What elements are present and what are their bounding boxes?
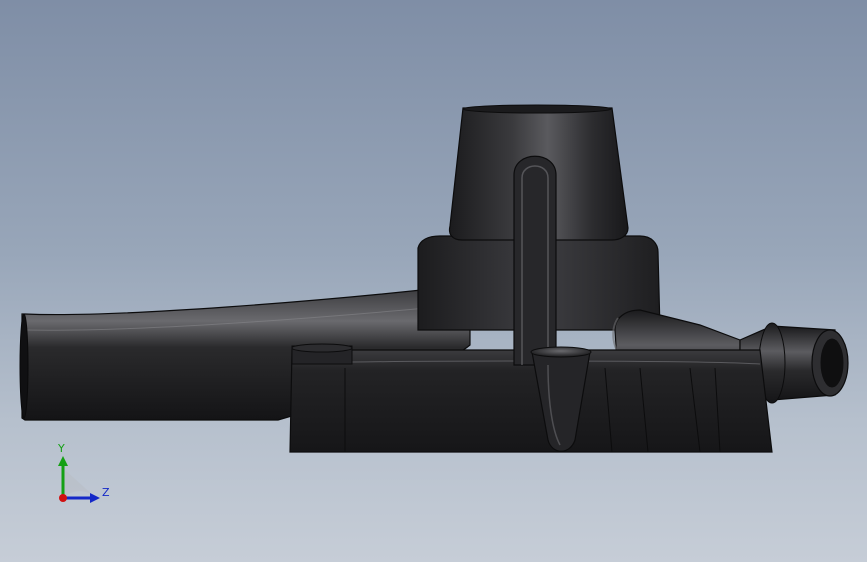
- graphics-viewport[interactable]: Y Z: [0, 0, 867, 562]
- y-axis-arrow: [58, 456, 68, 466]
- triad-axes: [58, 456, 100, 503]
- z-axis-label: Z: [102, 486, 110, 499]
- view-orientation-triad[interactable]: Y Z: [40, 440, 130, 520]
- 3d-model[interactable]: [0, 0, 867, 562]
- y-axis-label: Y: [58, 442, 65, 455]
- model-rib: [513, 155, 557, 366]
- z-axis-arrow: [90, 493, 100, 503]
- x-axis-dot: [59, 494, 67, 502]
